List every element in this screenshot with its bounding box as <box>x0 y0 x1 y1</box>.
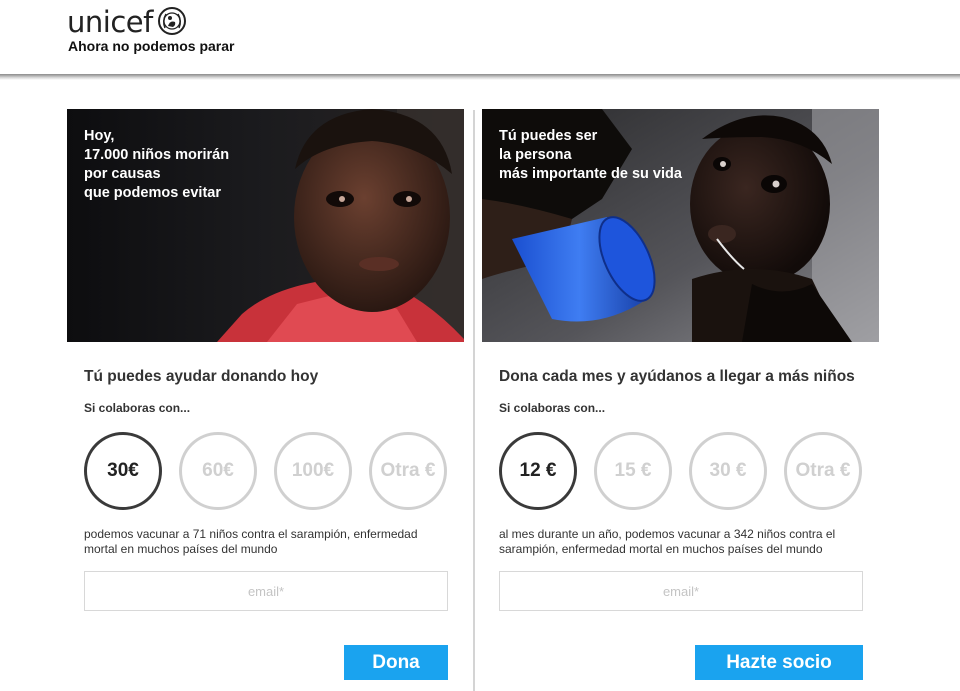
unicef-emblem-icon <box>157 7 186 35</box>
site-header: unicef Ahora no podemos parar <box>0 0 960 74</box>
hero-caption-line: por causas <box>84 166 161 182</box>
hero-image-boy: Hoy, 17.000 niños morirán por causas que… <box>67 109 464 342</box>
amount-option-other[interactable]: Otra € <box>784 432 862 510</box>
collab-label: Si colaboras con... <box>499 401 606 415</box>
donate-button[interactable]: Dona <box>344 645 448 680</box>
collab-label: Si colaboras con... <box>84 401 191 415</box>
hero-caption: Tú puedes ser la persona más importante … <box>499 127 682 184</box>
logo-wordmark: unicef <box>67 5 153 39</box>
hero-image-child-cup: Tú puedes ser la persona más importante … <box>482 109 879 342</box>
hero-caption-line: la persona <box>499 147 572 163</box>
impact-description: al mes durante un año, podemos vacunar a… <box>499 527 836 556</box>
amount-options: 30€ 60€ 100€ Otra € <box>84 432 449 512</box>
header-shadow <box>0 74 960 80</box>
hero-caption-line: más importante de su vida <box>499 166 682 182</box>
become-member-button[interactable]: Hazte socio <box>695 645 863 680</box>
hero-caption: Hoy, 17.000 niños morirán por causas que… <box>84 127 229 203</box>
amount-options: 12 € 15 € 30 € Otra € <box>499 432 864 512</box>
impact-description: podemos vacunar a 71 niños contra el sar… <box>84 527 418 556</box>
panel-divider <box>473 110 475 691</box>
hero-caption-line: que podemos evitar <box>84 185 221 201</box>
hero-caption-line: Hoy, <box>84 128 115 144</box>
amount-option-15[interactable]: 15 € <box>594 432 672 510</box>
one-time-donation-panel: Hoy, 17.000 niños morirán por causas que… <box>67 109 464 691</box>
amount-option-30[interactable]: 30 € <box>689 432 767 510</box>
hero-caption-line: Tú puedes ser <box>499 128 598 144</box>
amount-option-other[interactable]: Otra € <box>369 432 447 510</box>
unicef-logo[interactable]: unicef <box>67 4 187 40</box>
email-field[interactable] <box>499 571 863 611</box>
amount-option-60[interactable]: 60€ <box>179 432 257 510</box>
tagline: Ahora no podemos parar <box>68 38 235 54</box>
panel-title: Dona cada mes y ayúdanos a llegar a más … <box>499 368 855 385</box>
panel-title: Tú puedes ayudar donando hoy <box>84 368 319 385</box>
amount-option-12[interactable]: 12 € <box>499 432 577 510</box>
amount-option-30[interactable]: 30€ <box>84 432 162 510</box>
hero-caption-line: 17.000 niños morirán <box>84 147 230 163</box>
email-field[interactable] <box>84 571 448 611</box>
amount-option-100[interactable]: 100€ <box>274 432 352 510</box>
monthly-donation-panel: Tú puedes ser la persona más importante … <box>482 109 879 691</box>
